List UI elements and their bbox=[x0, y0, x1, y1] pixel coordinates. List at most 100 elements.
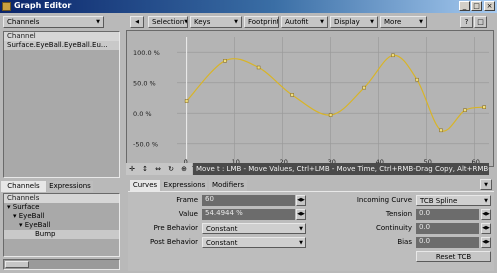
tree-label: Surface bbox=[12, 203, 40, 211]
curve-line bbox=[186, 54, 485, 132]
chevron-down-icon: ▼ bbox=[370, 19, 374, 25]
maximize-icon[interactable]: □ bbox=[471, 1, 482, 11]
menu-autofit[interactable]: Autofit ▼ bbox=[281, 16, 328, 28]
graph-area[interactable]: 100.0 % 50.0 % 0.0 % -50.0 % 0 10 20 30 40 50 60 bbox=[126, 30, 494, 167]
window-title: Graph Editor bbox=[14, 1, 72, 10]
reset-tcb-button[interactable]: Reset TCB bbox=[416, 251, 491, 262]
graph-tools: ✛ ↕ ⇔ ↻ ⊕ bbox=[126, 163, 192, 175]
pre-behavior-select[interactable]: Constant ▼ bbox=[202, 223, 306, 234]
zoom-tool-icon[interactable]: ⊕ bbox=[178, 163, 190, 175]
tab-expressions[interactable]: Expressions bbox=[47, 181, 93, 192]
channels-dropdown-label: Channels bbox=[7, 18, 40, 26]
keyframe-point[interactable] bbox=[439, 128, 443, 133]
chevron-down-icon: ▼ bbox=[234, 19, 238, 25]
keyframe-point[interactable] bbox=[290, 93, 294, 97]
keyframe-point[interactable] bbox=[482, 105, 486, 109]
keyframe-point[interactable] bbox=[391, 53, 395, 58]
chevron-down-icon: ▼ bbox=[299, 239, 303, 246]
options-dropdown-icon[interactable]: ▼ bbox=[480, 179, 492, 190]
tree-item-eyeball[interactable]: ▾ EyeBall bbox=[4, 212, 119, 221]
continuity-field[interactable]: 0.0 bbox=[416, 223, 479, 234]
collapse-arrow-icon[interactable]: ◀ bbox=[130, 16, 144, 28]
channel-tree[interactable]: Channels ▾ Surface ▾ EyeBall ▾ EyeBall B… bbox=[3, 193, 120, 257]
tree-item-surface[interactable]: ▾ Surface bbox=[4, 203, 119, 212]
y-tick-label: 100.0 % bbox=[133, 49, 160, 57]
channel-list[interactable]: Channel Surface.EyeBall.EyeBall.Eu... bbox=[3, 31, 120, 178]
tab-expressions-bottom[interactable]: Expressions bbox=[162, 180, 207, 191]
list-item[interactable]: Surface.EyeBall.EyeBall.Eu... bbox=[4, 41, 119, 50]
scale-tool-icon[interactable]: ↕ bbox=[139, 163, 151, 175]
post-behavior-label: Post Behavior bbox=[150, 238, 198, 246]
keyframe-point[interactable] bbox=[362, 85, 366, 90]
menu-label: More bbox=[384, 18, 402, 26]
keyframe-point[interactable] bbox=[256, 65, 261, 70]
frame-arrows-icon[interactable]: ◀▶ bbox=[296, 195, 306, 206]
menu-display[interactable]: Display ▼ bbox=[330, 16, 378, 28]
status-bar: Move t : LMB - Move Values, Ctrl+LMB - M… bbox=[193, 163, 489, 175]
tree-label: EyeBall bbox=[24, 221, 51, 229]
value-arrows-icon[interactable]: ◀▶ bbox=[296, 209, 306, 220]
frame-label: Frame bbox=[176, 196, 198, 204]
tension-field[interactable]: 0.0 bbox=[416, 209, 479, 220]
menu-label: Keys bbox=[194, 18, 211, 26]
bias-label: Bias bbox=[397, 238, 412, 246]
horizontal-scrollbar[interactable] bbox=[3, 259, 120, 270]
lock-icon[interactable]: □ bbox=[474, 16, 487, 28]
chevron-down-icon: ▼ bbox=[184, 19, 188, 25]
roll-tool-icon[interactable]: ↻ bbox=[165, 163, 177, 175]
title-bar: Graph Editor _ □ × bbox=[0, 0, 497, 13]
keyframe-point[interactable] bbox=[328, 113, 333, 117]
y-tick-label: 50.0 % bbox=[133, 79, 156, 87]
keyframe-point[interactable] bbox=[184, 99, 189, 103]
channels-dropdown[interactable]: Channels ▼ bbox=[3, 16, 104, 28]
tree-header: Channels bbox=[4, 194, 119, 203]
menu-footprints[interactable]: Footprints▼ bbox=[244, 16, 279, 28]
minimize-icon[interactable]: _ bbox=[459, 1, 470, 11]
keyframe-point[interactable] bbox=[223, 59, 227, 63]
chevron-down-icon: ▼ bbox=[299, 225, 303, 232]
chevron-down-icon: ▼ bbox=[96, 19, 100, 25]
scrollbar-thumb[interactable] bbox=[5, 261, 29, 268]
tree-label: EyeBall bbox=[18, 212, 45, 220]
app-icon bbox=[2, 2, 11, 11]
frame-field[interactable]: 60 bbox=[202, 195, 295, 206]
keyframe-point[interactable] bbox=[463, 108, 467, 112]
chevron-down-icon: ▼ bbox=[484, 197, 488, 204]
y-tick-label: -50.0 % bbox=[133, 140, 158, 148]
tab-channels[interactable]: Channels bbox=[1, 181, 46, 192]
menu-label: Autofit bbox=[285, 18, 309, 26]
menu-label: Footprints bbox=[248, 18, 278, 26]
tree-item-bump[interactable]: Bump bbox=[4, 230, 119, 239]
post-behavior-select[interactable]: Constant ▼ bbox=[202, 237, 306, 248]
close-icon[interactable]: × bbox=[484, 1, 495, 11]
continuity-arrows-icon[interactable]: ◀▶ bbox=[481, 223, 491, 234]
menu-label: Selection bbox=[152, 18, 185, 26]
graph-canvas[interactable]: 100.0 %50.0 %0.0 %-50.0 %0 10 20 30 40 50 60 bbox=[127, 31, 493, 166]
incoming-curve-label: Incoming Curve bbox=[356, 196, 412, 204]
chevron-down-icon: ▼ bbox=[419, 19, 423, 25]
value-field[interactable]: 54.4944 % bbox=[202, 209, 295, 220]
tension-arrows-icon[interactable]: ◀▶ bbox=[481, 209, 491, 220]
keyframe-point[interactable] bbox=[415, 77, 419, 82]
y-tick-label: 0.0 % bbox=[133, 110, 152, 118]
menu-label: Display bbox=[334, 18, 360, 26]
continuity-label: Continuity bbox=[375, 224, 412, 232]
chevron-down-icon: ▼ bbox=[320, 19, 324, 25]
pre-behavior-label: Pre Behavior bbox=[153, 224, 198, 232]
incoming-curve-value: TCB Spline bbox=[420, 196, 458, 205]
move-tool-icon[interactable]: ✛ bbox=[126, 163, 138, 175]
menu-selection[interactable]: Selection ▼ bbox=[148, 16, 188, 28]
tab-curves[interactable]: Curves bbox=[130, 180, 160, 191]
tree-item-eyeball-sub[interactable]: ▾ EyeBall bbox=[4, 221, 119, 230]
tab-modifiers[interactable]: Modifiers bbox=[209, 180, 247, 191]
incoming-curve-select[interactable]: TCB Spline ▼ bbox=[416, 195, 491, 206]
menu-more[interactable]: More ▼ bbox=[380, 16, 427, 28]
stretch-tool-icon[interactable]: ⇔ bbox=[152, 163, 164, 175]
help-icon[interactable]: ? bbox=[460, 16, 473, 28]
bias-field[interactable]: 0.0 bbox=[416, 237, 479, 248]
bias-arrows-icon[interactable]: ◀▶ bbox=[481, 237, 491, 248]
tension-label: Tension bbox=[385, 210, 412, 218]
pre-behavior-value: Constant bbox=[206, 224, 238, 233]
menu-keys[interactable]: Keys ▼ bbox=[190, 16, 242, 28]
channel-list-header: Channel bbox=[4, 32, 119, 41]
